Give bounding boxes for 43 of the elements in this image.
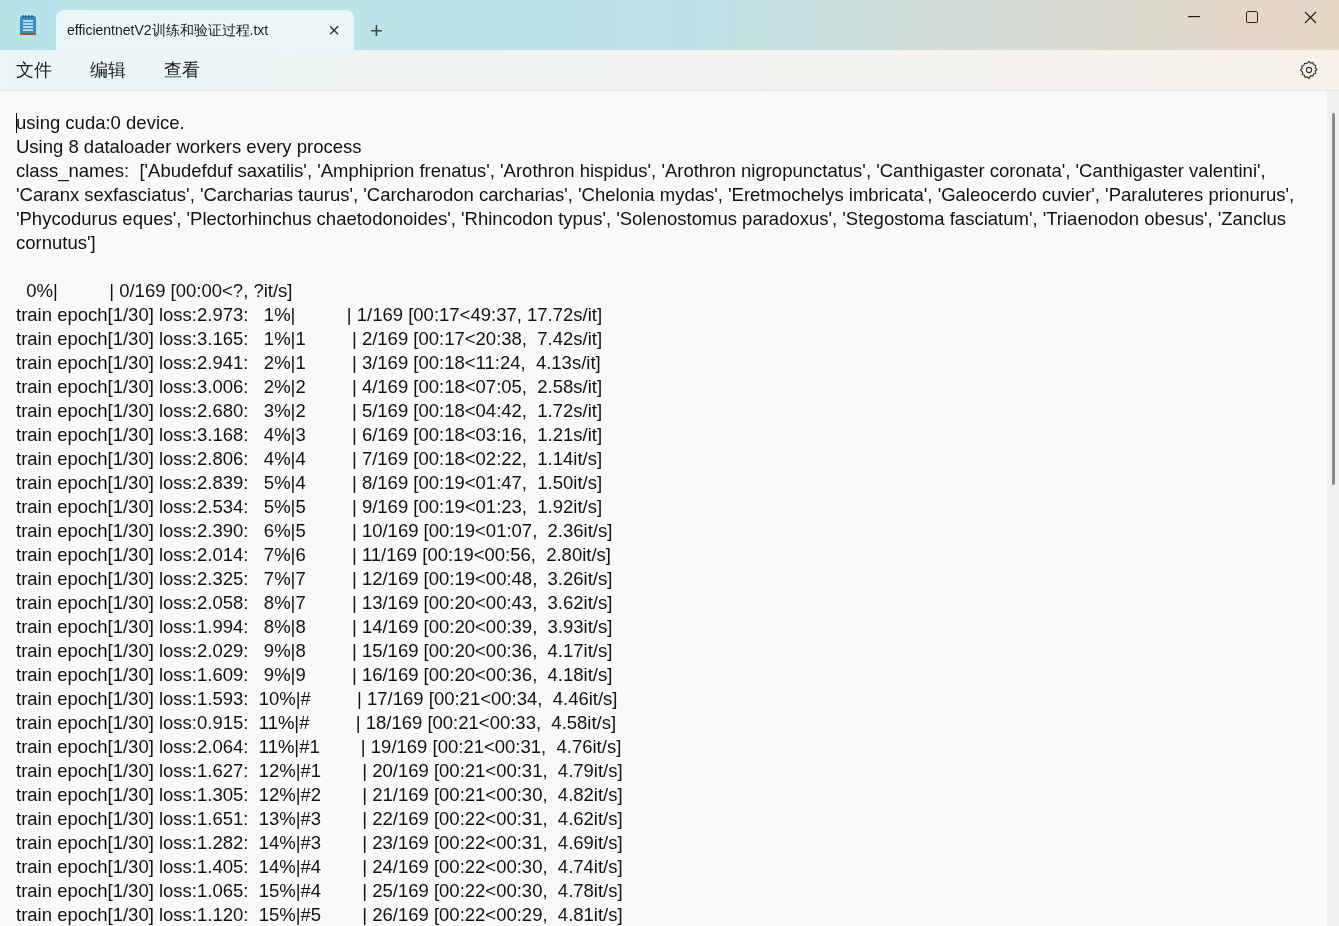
text-line: train epoch[1/30] loss:3.165: 1%|1 | 2/169 [00:17<20:38, 7.42s/it]	[16, 327, 603, 351]
text-line: train epoch[1/30] loss:1.120: 15%|#5 | 26/169 [00:22<00:29, 4.81it/s]	[16, 903, 623, 926]
close-icon[interactable]	[1303, 10, 1317, 24]
text-line: train epoch[1/30] loss:1.627: 12%|#1 | 20/169 [00:21<00:31, 4.79it/s]	[16, 759, 623, 783]
text-line: train epoch[1/30] loss:1.065: 15%|#4 | 25/169 [00:22<00:30, 4.78it/s]	[16, 879, 623, 903]
maximize-icon[interactable]	[1246, 11, 1258, 23]
text-line: train epoch[1/30] loss:2.390: 6%|5 | 10/169 [00:19<01:07, 2.36it/s]	[16, 519, 613, 543]
text-line: using cuda:0 device.	[16, 111, 186, 135]
text-line: train epoch[1/30] loss:1.651: 13%|#3 | 22/169 [00:22<00:31, 4.62it/s]	[16, 807, 623, 831]
text-line: train epoch[1/30] loss:2.941: 2%|1 | 3/169 [00:18<11:24, 4.13s/it]	[16, 351, 601, 375]
text-line: train epoch[1/30] loss:2.973: 1%| | 1/169 [00:17<49:37, 17.72s/it]	[16, 303, 603, 327]
text-line: train epoch[1/30] loss:1.609: 9%|9 | 16/169 [00:20<00:36, 4.18it/s]	[16, 663, 613, 687]
scrollbar[interactable]	[1327, 91, 1339, 926]
text-line: Using 8 dataloader workers every process	[16, 135, 363, 159]
text-line: train epoch[1/30] loss:2.029: 9%|8 | 15/169 [00:20<00:36, 4.17it/s]	[16, 639, 613, 663]
text-line: 0%| | 0/169 [00:00<?, ?it/s]	[25, 279, 293, 303]
notepad-app-icon	[19, 14, 37, 36]
text-line: train epoch[1/30] loss:2.058: 8%|7 | 13/169 [00:20<00:43, 3.62it/s]	[16, 591, 613, 615]
text-line: train epoch[1/30] loss:3.006: 2%|2 | 4/169 [00:18<07:05, 2.58s/it]	[16, 375, 603, 399]
new-tab-button[interactable]: +	[370, 20, 383, 42]
text-line: train epoch[1/30] loss:1.405: 14%|#4 | 24/169 [00:22<00:30, 4.74it/s]	[16, 855, 623, 879]
menu-item[interactable]: 文件	[14, 56, 54, 84]
text-line: train epoch[1/30] loss:0.915: 11%|# | 18/169 [00:21<00:33, 4.58it/s]	[16, 711, 617, 735]
text-line: train epoch[1/30] loss:2.839: 5%|4 | 8/169 [00:19<01:47, 1.50it/s]	[16, 471, 603, 495]
text-line: train epoch[1/30] loss:1.282: 14%|#3 | 23/169 [00:22<00:31, 4.69it/s]	[16, 831, 623, 855]
text-line: train epoch[1/30] loss:3.168: 4%|3 | 6/169 [00:18<03:16, 1.21s/it]	[16, 423, 603, 447]
text-line: train epoch[1/30] loss:2.534: 5%|5 | 9/169 [00:19<01:23, 1.92it/s]	[16, 495, 603, 519]
settings-icon[interactable]	[1299, 60, 1319, 80]
menu-item[interactable]: 编辑	[88, 56, 128, 84]
text-line: train epoch[1/30] loss:1.593: 10%|# | 17/169 [00:21<00:34, 4.46it/s]	[16, 687, 618, 711]
menu-item[interactable]: 查看	[162, 56, 202, 84]
text-line: train epoch[1/30] loss:2.325: 7%|7 | 12/169 [00:19<00:48, 3.26it/s]	[16, 567, 613, 591]
text-line: train epoch[1/30] loss:2.064: 11%|#1 | 19/169 [00:21<00:31, 4.76it/s]	[16, 735, 622, 759]
text-line: train epoch[1/30] loss:2.014: 7%|6 | 11/169 [00:19<00:56, 2.80it/s]	[16, 543, 611, 567]
text-line: class_names: ['Abudefduf saxatilis', 'Amphiprion frenatus', 'Arothron hispidus', 'Arothron nigropunctatus', 'Canthigaster coronata', 'Canthigaster valentini', 'Caranx sexfasciatus', 'Carcharias taurus', 'Carcharodon carcharias', 'Chelonia mydas', 'Eretmochelys imbricata', 'Galeocerdo cuvier', 'Paraluteres prionurus', 'Phycodurus eques', 'Plectorhinchus chaetodonoides', 'Rhincodon typus', 'Solenostomus paradoxus', 'Stegostoma fasciatum', 'Triaenodon obesus', 'Zanclus cornutus']	[16, 159, 1296, 255]
text-line: train epoch[1/30] loss:1.305: 12%|#2 | 21/169 [00:21<00:30, 4.82it/s]	[16, 783, 623, 807]
close-tab-button[interactable]: ×	[328, 20, 340, 40]
document-tab[interactable]: efficientnetV2训练和验证过程.txt ×	[56, 10, 354, 50]
text-line: train epoch[1/30] loss:2.680: 3%|2 | 5/169 [00:18<04:42, 1.72s/it]	[16, 399, 603, 423]
tab-title: efficientnetV2训练和验证过程.txt	[67, 20, 270, 40]
text-line: train epoch[1/30] loss:2.806: 4%|4 | 7/169 [00:18<02:22, 1.14it/s]	[16, 447, 603, 471]
text-line: train epoch[1/30] loss:1.994: 8%|8 | 14/169 [00:20<00:39, 3.93it/s]	[16, 615, 613, 639]
minimize-icon[interactable]	[1188, 16, 1200, 18]
